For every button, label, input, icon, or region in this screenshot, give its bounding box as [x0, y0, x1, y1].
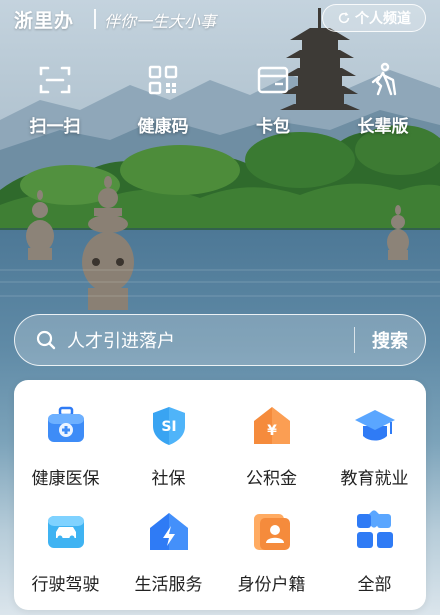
qr-code-icon [148, 65, 178, 95]
service-all[interactable]: 全部 [323, 510, 426, 595]
services-card: 健康医保 SI 社保 ¥ 公积金 教育就业 行驶驾驶 生活服务 身份户籍 全部 [14, 380, 426, 610]
quick-action-health-code[interactable]: 健康码 [118, 60, 208, 137]
service-label: 教育就业 [340, 469, 409, 489]
personal-channel-label: 个人频道 [355, 11, 411, 27]
medical-kit-icon [47, 406, 84, 442]
brand-divider [94, 9, 96, 29]
service-label: 社保 [151, 469, 186, 489]
service-housing-fund[interactable]: ¥ 公积金 [220, 404, 323, 489]
app-slogan: 伴你一生大小事 [104, 12, 217, 31]
all-apps-icon [356, 510, 393, 548]
scan-icon [39, 66, 71, 94]
svg-text:SI: SI [161, 419, 176, 435]
social-security-icon: SI [152, 407, 185, 445]
service-life-services[interactable]: 生活服务 [117, 510, 220, 595]
search-input[interactable]: 人才引进落户 [67, 327, 354, 353]
quick-action-scan[interactable]: 扫一扫 [10, 60, 100, 137]
service-education-employment[interactable]: 教育就业 [323, 404, 426, 489]
card-wallet-icon [257, 66, 289, 94]
service-vehicle-driving[interactable]: 行驶驾驶 [14, 510, 117, 595]
quick-action-label: 扫一扫 [29, 117, 81, 137]
quick-action-label: 长辈版 [357, 117, 409, 137]
elder-walking-icon [371, 62, 397, 96]
quick-actions: 扫一扫 健康码 卡包 长辈版 [0, 60, 440, 140]
search-button[interactable]: 搜索 [355, 327, 425, 353]
service-label: 行驶驾驶 [31, 575, 100, 595]
service-label: 身份户籍 [237, 575, 306, 595]
top-bar: 浙里办 伴你一生大小事 个人频道 [0, 0, 440, 40]
svg-text:¥: ¥ [267, 423, 277, 439]
quick-action-card-wallet[interactable]: 卡包 [228, 60, 318, 137]
quick-action-elder-mode[interactable]: 长辈版 [338, 60, 428, 137]
search-icon [36, 330, 56, 350]
id-card-icon [253, 514, 290, 550]
graduation-cap-icon [354, 410, 395, 441]
service-social-security[interactable]: SI 社保 [117, 404, 220, 489]
service-identity-registry[interactable]: 身份户籍 [220, 510, 323, 595]
life-service-icon [149, 513, 188, 550]
service-label: 全部 [357, 575, 392, 595]
app-brand-logo: 浙里办 [14, 10, 75, 32]
quick-action-label: 健康码 [137, 117, 189, 137]
quick-action-label: 卡包 [256, 117, 290, 137]
housing-fund-icon: ¥ [253, 407, 290, 444]
refresh-icon [338, 11, 350, 24]
search-bar: 人才引进落户 搜索 [14, 314, 426, 366]
service-label: 公积金 [246, 469, 297, 489]
service-health-insurance[interactable]: 健康医保 [14, 404, 117, 489]
service-label: 生活服务 [134, 575, 203, 595]
service-label: 健康医保 [31, 469, 100, 489]
car-license-icon [47, 516, 84, 548]
personal-channel-button[interactable]: 个人频道 [322, 4, 426, 32]
